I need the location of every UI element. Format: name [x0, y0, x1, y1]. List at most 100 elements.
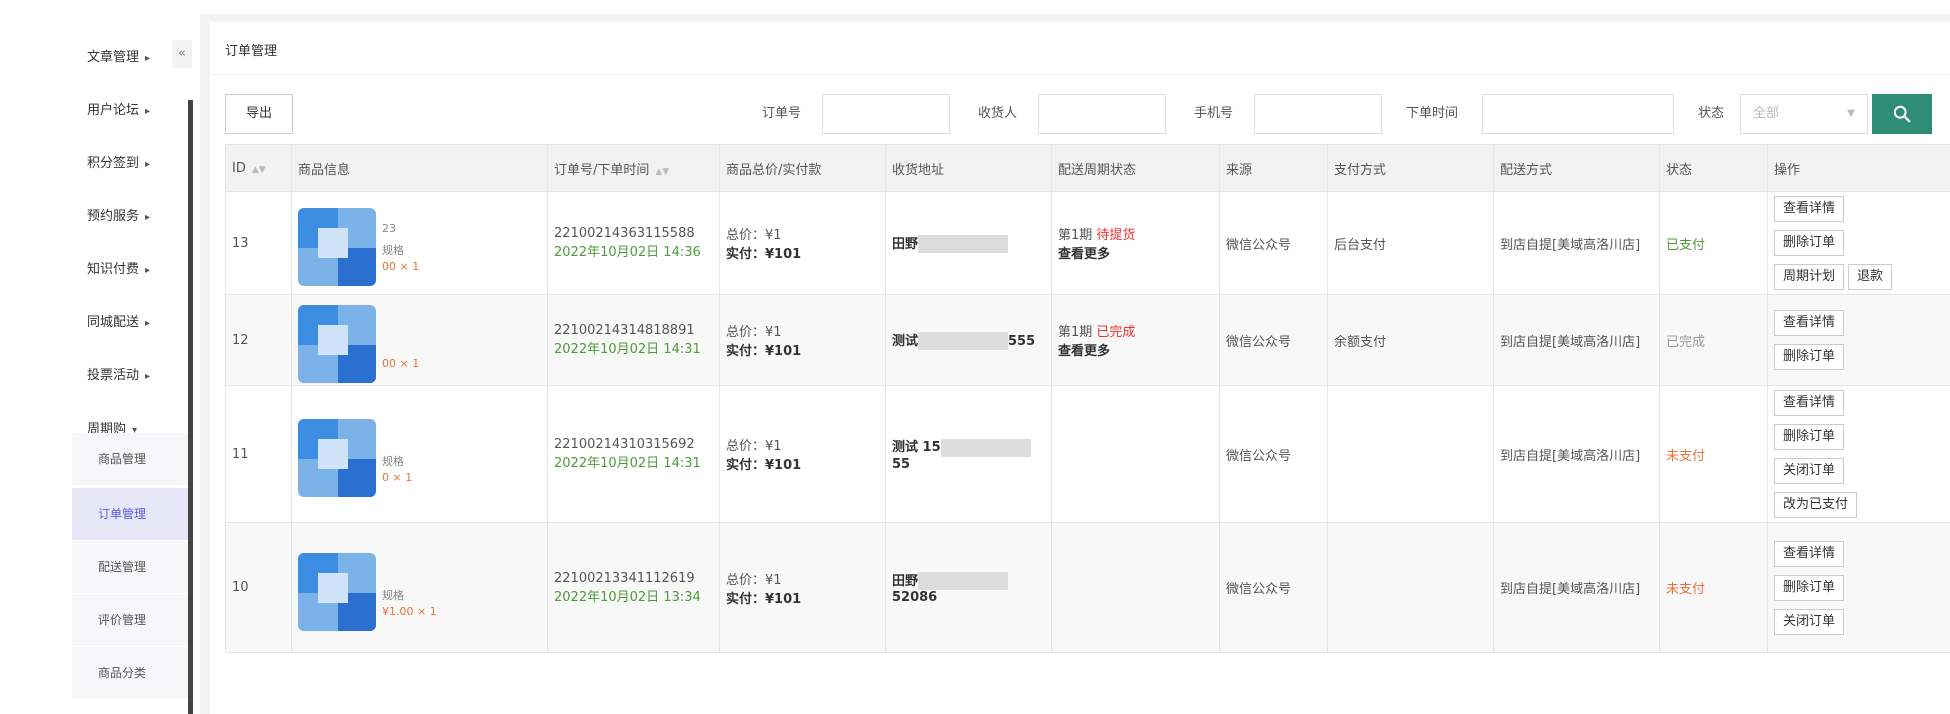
action-button[interactable]: 查看详情: [1774, 310, 1845, 336]
sidebar-scrollbar[interactable]: [188, 100, 193, 714]
order-time: 2022年10月02日 14:31: [554, 342, 701, 357]
sidebar-collapse-icon[interactable]: «: [172, 40, 192, 68]
filter-toolbar: 导出 订单号 收货人 手机号 下单时间 状态 全部 ▼: [210, 94, 1950, 134]
cell-price: 总价：¥1 实付：¥101: [719, 191, 886, 295]
status-label: 状态: [1698, 106, 1725, 121]
action-button[interactable]: 周期计划: [1774, 264, 1845, 290]
sidebar-item-3[interactable]: 预约服务 ▸: [72, 195, 190, 239]
period-number: 第1期: [1058, 228, 1093, 243]
product-price: 00 × 1: [382, 260, 420, 273]
caret-icon: ▸: [145, 318, 151, 329]
action-button[interactable]: 删除订单: [1774, 344, 1845, 370]
action-button[interactable]: 删除订单: [1774, 424, 1845, 450]
search-button[interactable]: [1872, 94, 1932, 134]
action-button[interactable]: 退款: [1848, 264, 1893, 290]
order-id: 10: [232, 580, 249, 595]
order-time-input[interactable]: [1482, 94, 1674, 134]
order-source: 微信公众号: [1226, 582, 1292, 597]
order-number: 22100214363115588: [554, 226, 695, 241]
action-button[interactable]: 关闭订单: [1774, 458, 1845, 484]
sidebar-subitem-4[interactable]: 商品分类: [72, 647, 190, 699]
paid-amount: ¥101: [765, 458, 802, 473]
sidebar-subitem-1[interactable]: 订单管理: [72, 488, 190, 540]
export-button[interactable]: 导出: [225, 94, 293, 134]
product-spec: 规格: [382, 455, 404, 468]
cell-order: 22100214310315692 2022年10月02日 14:31: [547, 385, 720, 523]
product-info: 00 × 1: [298, 295, 541, 385]
sort-icon[interactable]: ▲▼: [655, 167, 669, 177]
redacted-block: [918, 235, 1009, 254]
sidebar-subitem-2[interactable]: 配送管理: [72, 541, 190, 593]
period-more-link[interactable]: 查看更多: [1058, 243, 1213, 262]
action-button[interactable]: 查看详情: [1774, 196, 1845, 222]
phone-label: 手机号: [1194, 106, 1234, 121]
sidebar-item-6[interactable]: 投票活动 ▸: [72, 354, 190, 398]
paid-label: 实付：: [726, 458, 766, 473]
order-no-label: 订单号: [762, 106, 802, 121]
sidebar-item-label: 预约服务: [87, 209, 140, 224]
cell-delivery: 到店自提[美域高洛川店]: [1493, 522, 1660, 653]
cell-actions: 查看详情删除订单周期计划 退款: [1767, 191, 1950, 295]
cell-source: 微信公众号: [1219, 385, 1328, 523]
sidebar-subitem-3[interactable]: 评价管理: [72, 594, 190, 646]
cell-actions: 查看详情删除订单关闭订单改为已支付: [1767, 385, 1950, 523]
product-thumbnail[interactable]: [298, 552, 376, 631]
action-button[interactable]: 查看详情: [1774, 540, 1845, 567]
cell-delivery: 到店自提[美域高洛川店]: [1493, 294, 1660, 386]
column-header: 支付方式: [1327, 144, 1494, 192]
order-no-input[interactable]: [822, 94, 950, 134]
status-badge: 未支付: [1666, 448, 1706, 464]
address-prefix: 测试 15: [892, 440, 941, 456]
sidebar-item-2[interactable]: 积分签到 ▸: [72, 142, 190, 186]
table-row: 13 23 规格 00 × 1 22100214363115588 2022年10月02日…: [225, 191, 1950, 295]
total-label: 总价：: [726, 228, 766, 243]
delivery-method: 到店自提[美域高洛川店]: [1500, 334, 1641, 350]
address-suffix: 52086: [892, 590, 938, 606]
paid-label: 实付：: [726, 344, 766, 359]
sidebar-item-1[interactable]: 用户论坛 ▸: [72, 89, 190, 133]
cell-product: 规格 ¥1.00 × 1: [291, 522, 548, 653]
action-button[interactable]: 删除订单: [1774, 230, 1845, 256]
address-prefix: 测试: [892, 333, 919, 349]
phone-input[interactable]: [1254, 94, 1382, 134]
paid-label: 实付：: [726, 247, 766, 262]
period-more-link[interactable]: 查看更多: [1058, 340, 1213, 359]
action-button[interactable]: 改为已支付: [1774, 492, 1858, 518]
product-thumbnail[interactable]: [298, 305, 376, 383]
cell-address: 测试 555: [885, 294, 1052, 386]
sidebar-item-label: 用户论坛: [87, 103, 140, 118]
sidebar-subitem-0[interactable]: 商品管理: [72, 433, 190, 485]
sidebar-item-5[interactable]: 同城配送 ▸: [72, 301, 190, 345]
paid-label: 实付：: [726, 591, 766, 607]
caret-icon: ▸: [145, 106, 151, 117]
receiver-input[interactable]: [1038, 94, 1166, 134]
sidebar-item-4[interactable]: 知识付费 ▸: [72, 248, 190, 292]
period-status: 待提货: [1096, 228, 1136, 243]
status-select[interactable]: 全部 ▼: [1740, 94, 1868, 134]
cell-order: 22100214363115588 2022年10月02日 14:36: [547, 191, 720, 295]
cell-price: 总价：¥1 实付：¥101: [719, 522, 886, 653]
column-header[interactable]: 订单号/下单时间 ▲▼: [547, 144, 720, 192]
address-suffix: 555: [1008, 333, 1036, 349]
total-price: ¥1: [765, 325, 782, 340]
product-info: 规格 0 × 1: [298, 409, 541, 499]
column-header: 配送方式: [1493, 144, 1660, 192]
product-thumbnail[interactable]: [298, 208, 376, 286]
action-button[interactable]: 查看详情: [1774, 390, 1845, 416]
product-info: 规格 ¥1.00 × 1: [298, 543, 541, 633]
cell-status: 未支付: [1659, 385, 1768, 523]
product-info: 23 规格 00 × 1: [298, 198, 541, 288]
column-header-label: 状态: [1666, 162, 1693, 178]
action-button[interactable]: 删除订单: [1774, 574, 1845, 601]
sort-icon[interactable]: ▲▼: [252, 165, 266, 175]
cell-delivery: 到店自提[美域高洛川店]: [1493, 385, 1660, 523]
column-header-label: 支付方式: [1334, 162, 1387, 178]
sidebar-item-label: 投票活动: [87, 368, 140, 383]
order-number: 22100214310315692: [554, 437, 695, 452]
product-price: 00 × 1: [382, 357, 420, 370]
action-button[interactable]: 关闭订单: [1774, 608, 1845, 635]
caret-icon: ▸: [145, 265, 151, 276]
column-header[interactable]: ID ▲▼: [225, 144, 292, 192]
product-thumbnail[interactable]: [298, 419, 376, 497]
status-select-value: 全部: [1753, 106, 1780, 121]
